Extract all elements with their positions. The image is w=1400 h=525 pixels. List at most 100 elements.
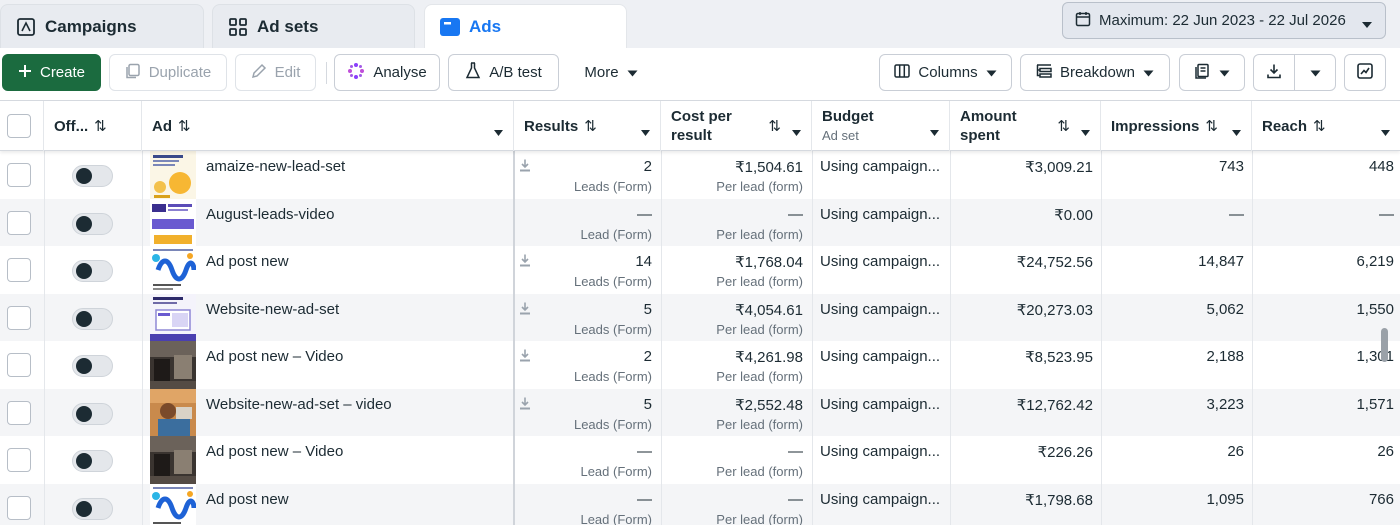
header-impressions[interactable]: Impressions ⇅ (1101, 101, 1252, 151)
breakdown-button[interactable]: Breakdown (1020, 54, 1170, 91)
caret-down-icon[interactable] (792, 123, 801, 140)
column-divider (661, 100, 662, 525)
sort-icon[interactable]: ⇅ (1057, 117, 1070, 135)
table-row[interactable]: amaize-new-lead-set 2 Leads (Form) ₹1,504.6… (0, 151, 1400, 199)
results-type: Lead (Form) (580, 464, 652, 479)
export-menu-button[interactable] (1294, 54, 1336, 91)
ad-status-toggle[interactable] (72, 355, 113, 377)
download-leads-icon[interactable] (519, 159, 531, 177)
toggle-knob (76, 405, 92, 422)
ad-status-toggle[interactable] (72, 450, 113, 472)
ad-status-toggle[interactable] (72, 402, 113, 425)
row-checkbox[interactable] (7, 495, 31, 520)
ad-name-link[interactable]: August-leads-video (206, 206, 334, 223)
more-button[interactable]: More (567, 54, 655, 91)
row-checkbox[interactable] (7, 353, 31, 377)
table-row[interactable]: Website-new-ad-set 5 Leads (Form) ₹4,054.61… (0, 293, 1400, 341)
sort-icon[interactable]: ⇅ (1313, 117, 1326, 135)
vertical-scrollbar[interactable] (1381, 328, 1388, 362)
row-checkbox[interactable] (7, 163, 31, 187)
row-checkbox[interactable] (7, 210, 31, 235)
header-off-on[interactable]: Off... ⇅ (44, 101, 142, 151)
header-reach[interactable]: Reach ⇅ (1252, 101, 1400, 151)
ab-test-button[interactable]: A/B test (448, 54, 559, 91)
download-leads-icon[interactable] (519, 302, 531, 320)
ad-thumbnail[interactable] (150, 246, 196, 294)
row-checkbox[interactable] (7, 448, 31, 472)
row-checkbox[interactable] (7, 258, 31, 282)
download-leads-icon[interactable] (519, 349, 531, 367)
caret-down-icon[interactable] (494, 123, 503, 140)
header-label: Impressions (1111, 117, 1200, 135)
ad-name-link[interactable]: Ad post new – Video (206, 348, 343, 365)
export-button[interactable] (1253, 54, 1295, 91)
table-header: Off... ⇅ Ad ⇅ Results ⇅ Cost per result ⇅… (0, 100, 1400, 151)
columns-button[interactable]: Columns (879, 54, 1012, 91)
tab-campaigns[interactable]: Campaigns (0, 4, 204, 48)
table-row[interactable]: Ad post new 14 Leads (Form) ₹1,768.04 Per le… (0, 246, 1400, 294)
caret-down-icon[interactable] (641, 123, 650, 140)
caret-down-icon[interactable] (1381, 123, 1390, 140)
reports-button[interactable] (1179, 54, 1245, 91)
ad-name-link[interactable]: Ad post new (206, 253, 289, 270)
ad-status-toggle[interactable] (72, 212, 113, 235)
impressions-value: 3,223 (1206, 395, 1244, 413)
sort-icon[interactable]: ⇅ (768, 117, 781, 135)
table-row[interactable]: Ad post new – Video 2 Leads (Form) ₹4,261.9… (0, 341, 1400, 389)
create-button[interactable]: Create (2, 54, 101, 91)
toggle-knob (76, 358, 92, 374)
tab-ads[interactable]: Ads (424, 4, 627, 48)
ad-status-toggle[interactable] (72, 165, 113, 187)
caret-down-icon[interactable] (1081, 123, 1090, 140)
ad-name-link[interactable]: Website-new-ad-set – video (206, 396, 392, 413)
sort-icon[interactable]: ⇅ (584, 117, 597, 135)
table-row[interactable]: Ad post new — Lead (Form) — Per lead (form) U… (0, 483, 1400, 525)
caret-down-icon (1361, 16, 1373, 33)
sort-icon[interactable]: ⇅ (178, 117, 191, 135)
column-divider (142, 100, 143, 525)
amount-spent-value: ₹24,752.56 (1016, 254, 1093, 271)
ad-name-link[interactable]: Ad post new (206, 491, 289, 508)
tab-ad-sets[interactable]: Ad sets (212, 4, 415, 48)
ad-thumbnail[interactable] (150, 341, 196, 389)
results-value: 2 (643, 158, 652, 175)
ad-name-link[interactable]: Ad post new – Video (206, 443, 343, 460)
row-checkbox[interactable] (7, 305, 31, 330)
ad-status-toggle[interactable] (72, 307, 113, 330)
sort-icon[interactable]: ⇅ (94, 117, 107, 135)
header-cost-per-result[interactable]: Cost per result ⇅ (661, 101, 812, 151)
caret-down-icon[interactable] (930, 123, 939, 140)
sort-icon[interactable]: ⇅ (1205, 117, 1218, 135)
table-row[interactable]: Ad post new – Video — Lead (Form) — Per lead… (0, 436, 1400, 484)
caret-down-icon[interactable] (1232, 123, 1241, 140)
edit-button[interactable]: Edit (235, 54, 316, 91)
plus-icon (18, 64, 32, 82)
table-row[interactable]: August-leads-video — Lead (Form) — Per lead … (0, 198, 1400, 246)
ad-status-toggle[interactable] (72, 497, 113, 520)
ad-thumbnail[interactable] (150, 388, 196, 436)
toggle-knob (76, 500, 92, 517)
header-budget[interactable]: Budget Ad set (812, 101, 950, 151)
download-leads-icon[interactable] (519, 254, 531, 272)
ad-thumbnail[interactable] (150, 151, 196, 199)
table-row[interactable]: Website-new-ad-set – video 5 Leads (Form) ₹… (0, 388, 1400, 436)
row-checkbox[interactable] (7, 400, 31, 425)
analyse-button[interactable]: Analyse (334, 54, 440, 91)
toggle-knob (76, 263, 92, 279)
ad-name-link[interactable]: amaize-new-lead-set (206, 158, 345, 175)
download-leads-icon[interactable] (519, 397, 531, 415)
duplicate-button[interactable]: Duplicate (109, 54, 227, 91)
header-results[interactable]: Results ⇅ (514, 101, 661, 151)
header-ad[interactable]: Ad ⇅ (142, 101, 514, 151)
ad-thumbnail[interactable] (150, 483, 196, 525)
ad-thumbnail[interactable] (150, 293, 196, 341)
flask-icon (465, 62, 481, 83)
select-all-checkbox[interactable] (7, 114, 31, 138)
ad-status-toggle[interactable] (72, 260, 113, 282)
charts-button[interactable] (1344, 54, 1386, 91)
date-range-picker[interactable]: Maximum: 22 Jun 2023 - 22 Jul 2026 (1062, 2, 1386, 39)
header-amount-spent[interactable]: Amount spent ⇅ (950, 101, 1101, 151)
ad-name-link[interactable]: Website-new-ad-set (206, 301, 339, 318)
ad-thumbnail[interactable] (150, 198, 196, 246)
ad-thumbnail[interactable] (150, 436, 196, 484)
